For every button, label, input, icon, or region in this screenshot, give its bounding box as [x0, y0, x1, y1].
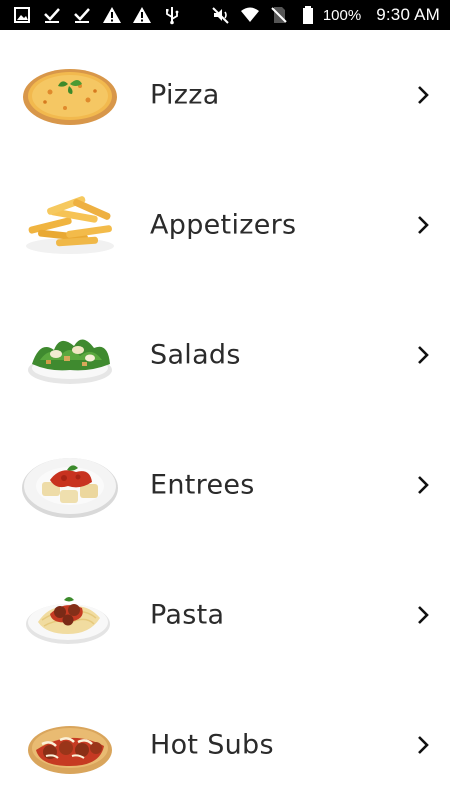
- ravioli-thumbnail: [20, 450, 120, 520]
- check-download-icon: [42, 5, 62, 25]
- notification-icons: [12, 5, 182, 25]
- menu-item-label: Entrees: [150, 469, 255, 501]
- spaghetti-thumbnail: [20, 580, 120, 650]
- menu-item-label: Pizza: [150, 79, 220, 111]
- menu-item-label: Pasta: [150, 599, 225, 631]
- fries-thumbnail: [20, 190, 120, 260]
- chevron-right-icon: [412, 84, 434, 106]
- clock: 9:30 AM: [376, 5, 440, 24]
- no-sim-icon: [269, 5, 289, 25]
- battery-percent: 100%: [322, 6, 362, 24]
- chevron-right-icon: [412, 604, 434, 626]
- warning-icon: [102, 5, 122, 25]
- chevron-right-icon: [412, 214, 434, 236]
- menu-item-salads[interactable]: Salads: [0, 290, 450, 420]
- wifi-icon: [240, 5, 260, 25]
- menu-item-label: Appetizers: [150, 209, 297, 241]
- chevron-right-icon: [412, 474, 434, 496]
- usb-icon: [162, 5, 182, 25]
- menu-category-list: Pizza Appetizers Salads Entrees Pasta Ho…: [0, 30, 450, 800]
- chevron-right-icon: [412, 734, 434, 756]
- menu-item-pasta[interactable]: Pasta: [0, 550, 450, 680]
- chevron-right-icon: [412, 344, 434, 366]
- menu-item-label: Salads: [150, 339, 241, 371]
- warning-icon: [132, 5, 152, 25]
- system-icons: 100% 9:30 AM: [211, 5, 440, 25]
- salad-thumbnail: [20, 320, 120, 390]
- mute-icon: [211, 5, 231, 25]
- image-icon: [12, 5, 32, 25]
- pizza-thumbnail: [20, 60, 120, 130]
- check-download-icon: [72, 5, 92, 25]
- menu-item-label: Hot Subs: [150, 729, 274, 761]
- meatball-sub-thumbnail: [20, 710, 120, 780]
- status-bar: 100% 9:30 AM: [0, 0, 450, 30]
- menu-item-entrees[interactable]: Entrees: [0, 420, 450, 550]
- menu-item-appetizers[interactable]: Appetizers: [0, 160, 450, 290]
- battery-icon: [298, 5, 318, 25]
- menu-item-hot-subs[interactable]: Hot Subs: [0, 680, 450, 800]
- menu-item-pizza[interactable]: Pizza: [0, 30, 450, 160]
